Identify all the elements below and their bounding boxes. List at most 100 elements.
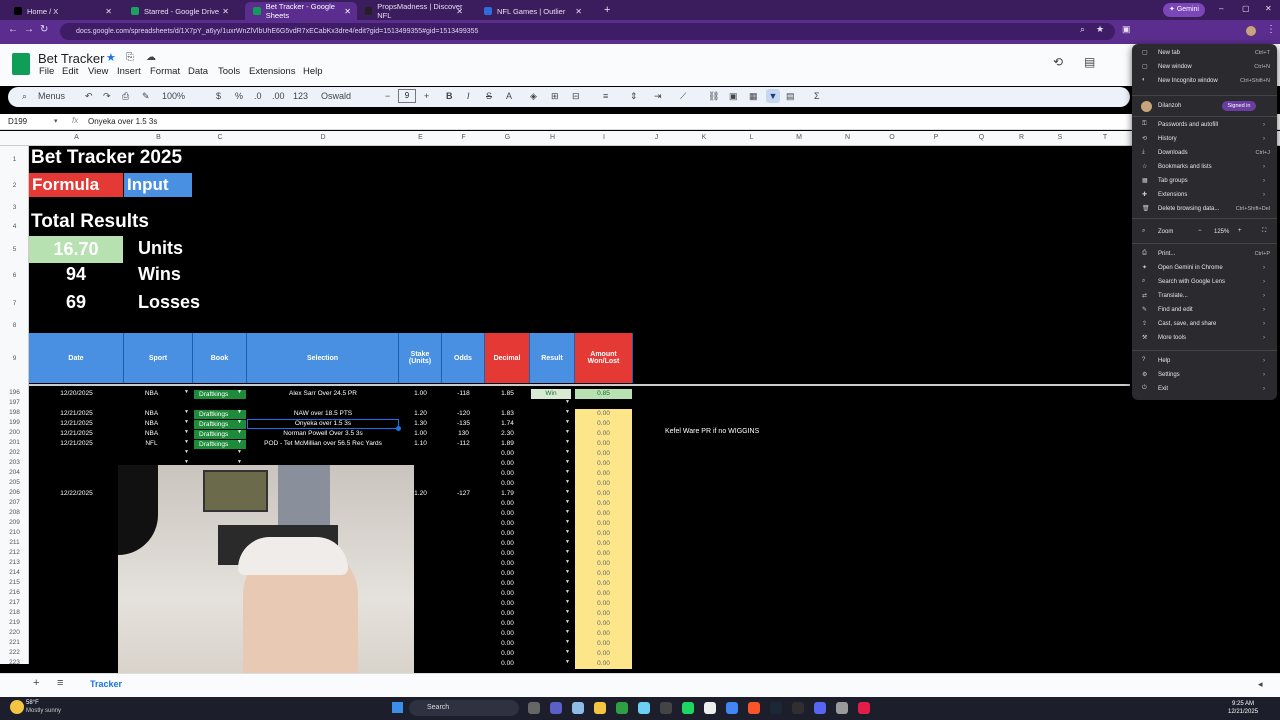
menu-item[interactable]: Tab groups (1158, 178, 1188, 184)
cell-odds[interactable]: 130 (442, 429, 485, 439)
font-select[interactable]: Oswald (321, 91, 351, 101)
cell-decimal[interactable]: 0.00 (485, 649, 530, 659)
cell-decimal[interactable]: 0.00 (485, 519, 530, 529)
cell-decimal[interactable]: 1.83 (485, 409, 530, 419)
all-sheets-icon[interactable]: ≡ (57, 677, 63, 689)
cell-amount[interactable]: 0.00 (575, 629, 632, 639)
column-header[interactable]: G (485, 134, 530, 141)
sport-dropdown-icon[interactable]: ▼ (184, 429, 189, 435)
back-icon[interactable]: ← (8, 24, 18, 35)
cell-odds[interactable]: -118 (442, 389, 485, 399)
column-header[interactable]: K (680, 134, 728, 141)
cell-stake[interactable]: 1.20 (399, 409, 442, 419)
cell-decimal[interactable]: 0.00 (485, 609, 530, 619)
close-tab-icon[interactable]: ✕ (575, 7, 582, 16)
row-header[interactable]: 204 (0, 469, 29, 476)
clock-time[interactable]: 9:25 AM (1232, 701, 1254, 707)
cell-date[interactable]: 12/21/2025 (29, 429, 124, 439)
column-header[interactable]: A (29, 134, 124, 141)
cell-decimal[interactable]: 1.85 (485, 389, 530, 399)
chrome-menu-icon[interactable]: ⋮ (1266, 24, 1276, 35)
result-dropdown-icon[interactable]: ▼ (565, 639, 570, 645)
fullscreen-icon[interactable]: ⛶ (1262, 228, 1266, 235)
result-dropdown-icon[interactable]: ▼ (565, 619, 570, 625)
forward-icon[interactable]: → (24, 24, 34, 35)
row-header[interactable]: 196 (0, 389, 29, 396)
cell-amount[interactable]: 0.00 (575, 589, 632, 599)
row-header[interactable]: 220 (0, 629, 29, 636)
cell-stake[interactable]: 1.10 (399, 439, 442, 449)
row-header[interactable]: 217 (0, 599, 29, 606)
cell-odds[interactable]: -127 (442, 489, 485, 499)
menu-tools[interactable]: Tools (218, 66, 240, 77)
insert-comment-icon[interactable]: ▣ (729, 91, 738, 102)
cell-odds[interactable]: -112 (442, 439, 485, 449)
cell-date[interactable]: 12/21/2025 (29, 439, 124, 449)
result-dropdown-icon[interactable]: ▼ (565, 589, 570, 595)
book-dropdown-icon[interactable]: ▼ (237, 449, 242, 455)
row-header[interactable]: 8 (0, 322, 29, 329)
cell-amount[interactable]: 0.00 (575, 419, 632, 429)
redo-icon[interactable]: ↷ (103, 91, 111, 102)
start-button[interactable] (392, 702, 403, 713)
cell-date[interactable]: 12/21/2025 (29, 409, 124, 419)
result-dropdown-icon[interactable]: ▼ (565, 609, 570, 615)
menu-help[interactable]: Help (303, 66, 323, 77)
text-rotation-icon[interactable]: ⟋ (680, 91, 686, 102)
cell-stake[interactable]: 1.30 (399, 419, 442, 429)
fill-handle[interactable] (396, 426, 401, 431)
browser-tab[interactable]: PropsMadness | Discover NFL ✕ (357, 2, 469, 20)
cell-amount[interactable]: 0.00 (575, 579, 632, 589)
menu-item[interactable]: Settings (1158, 372, 1180, 378)
cell-decimal[interactable]: 0.00 (485, 619, 530, 629)
formula-input[interactable]: Onyeka over 1.5 3s (88, 117, 157, 126)
column-header[interactable]: S (1040, 134, 1080, 141)
close-tab-icon[interactable]: ✕ (456, 7, 463, 16)
cell-decimal[interactable]: 0.00 (485, 589, 530, 599)
menu-file[interactable]: File (39, 66, 54, 77)
header-book[interactable]: Book (193, 333, 247, 383)
star-icon[interactable]: ★ (106, 51, 116, 64)
browser-tab[interactable]: NFL Games | Outlier ✕ (476, 2, 588, 20)
header-odds[interactable]: Odds (442, 333, 485, 383)
result-dropdown-icon[interactable]: ▼ (565, 519, 570, 525)
brave-taskbar-icon[interactable] (748, 702, 760, 714)
row-header[interactable]: 3 (0, 204, 29, 211)
row-header[interactable]: 1 (0, 156, 29, 163)
header-selection[interactable]: Selection (247, 333, 399, 383)
column-header[interactable]: D (247, 134, 399, 141)
menu-profile-name[interactable]: Dilanzoh (1158, 103, 1181, 109)
decrease-decimal-button[interactable]: .0 (254, 91, 262, 101)
header-decimal[interactable]: Decimal (485, 333, 530, 383)
cell-decimal[interactable]: 1.74 (485, 419, 530, 429)
explore-icon[interactable]: ◂ (1258, 679, 1263, 690)
menu-view[interactable]: View (88, 66, 108, 77)
row-header[interactable]: 209 (0, 519, 29, 526)
zoom-in-icon[interactable]: + (1238, 228, 1242, 234)
header-stake[interactable]: Stake (Units) (399, 333, 442, 383)
fill-color-icon[interactable]: ◈ (530, 91, 537, 102)
currency-format-button[interactable]: $ (216, 91, 221, 101)
header-amount[interactable]: Amount Won/Lost (575, 333, 633, 383)
menu-item[interactable]: New Incognito window (1158, 78, 1218, 84)
cell-amount[interactable]: 0.00 (575, 459, 632, 469)
cell-amount[interactable]: 0.00 (575, 549, 632, 559)
row-header[interactable]: 212 (0, 549, 29, 556)
move-folder-icon[interactable]: ⎘ (126, 52, 134, 63)
row-header[interactable]: 5 (0, 246, 29, 253)
cell-sport[interactable]: NBA (124, 389, 179, 399)
explorer-taskbar-icon[interactable] (594, 702, 606, 714)
taskview-taskbar-icon[interactable] (528, 702, 540, 714)
close-tab-icon[interactable]: ✕ (344, 7, 351, 16)
book-dropdown-icon[interactable]: ▼ (237, 419, 242, 425)
doc-title[interactable]: Bet Tracker (38, 51, 104, 66)
taskbar-search[interactable]: Search (409, 700, 519, 716)
result-dropdown-icon[interactable]: ▼ (565, 419, 570, 425)
header-sport[interactable]: Sport (124, 333, 193, 383)
reload-icon[interactable]: ↻ (40, 24, 48, 35)
cell-amount[interactable]: 0.00 (575, 639, 632, 649)
font-size-input[interactable]: 9 (398, 89, 416, 103)
menu-item[interactable]: Delete browsing data... (1158, 206, 1219, 212)
cell-amount[interactable]: 0.00 (575, 449, 632, 459)
result-dropdown-icon[interactable]: ▼ (565, 459, 570, 465)
